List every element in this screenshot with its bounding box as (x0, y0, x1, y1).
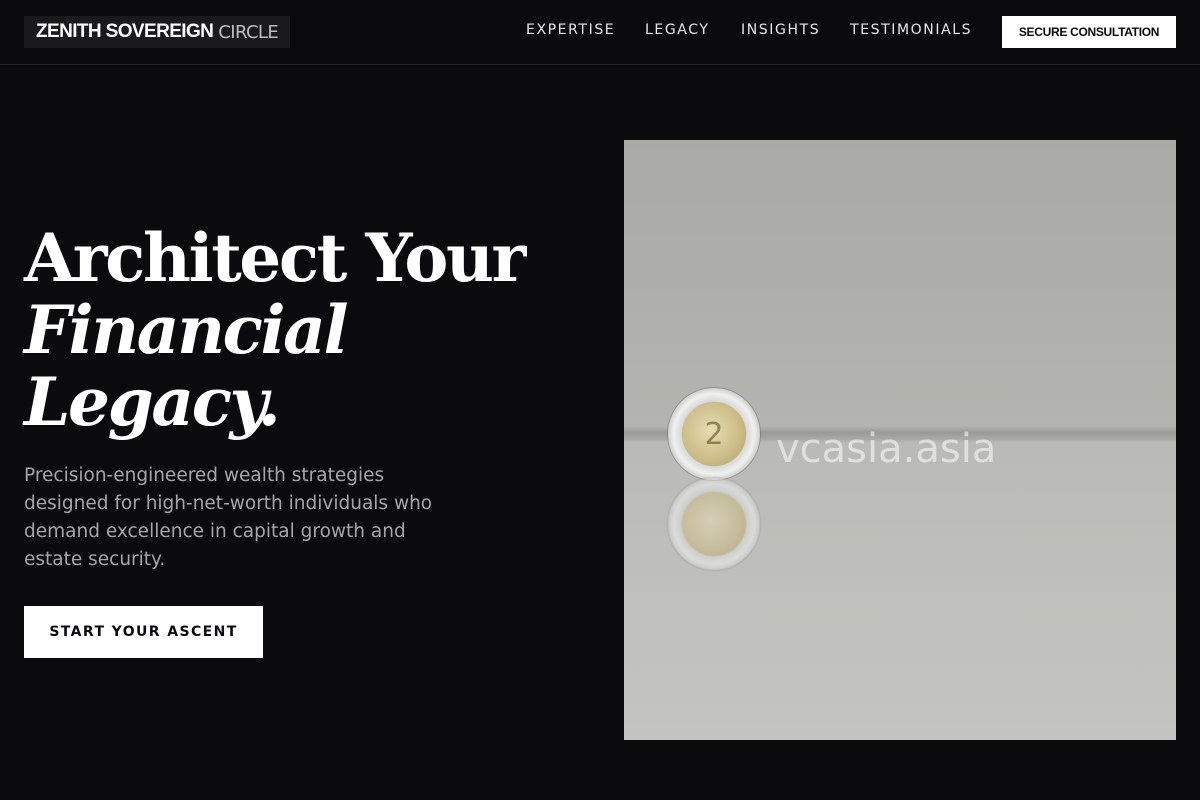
hero-image: 2 vcasia.asia (624, 140, 1176, 740)
brand-name-secondary: CIRCLE (218, 21, 279, 43)
hero-title: Architect Your Financial Legacy. (24, 222, 584, 438)
brand-name-primary: ZENITH SOVEREIGN (36, 21, 214, 42)
hero-title-line-1: Architect Your (24, 219, 526, 297)
hero-title-line-3: Legacy. (24, 363, 281, 441)
nav-link-expertise[interactable]: EXPERTISE (526, 22, 615, 42)
nav-link-insights[interactable]: INSIGHTS (741, 22, 820, 42)
start-your-ascent-button[interactable]: START YOUR ASCENT (24, 606, 263, 658)
image-watermark: vcasia.asia (776, 426, 997, 472)
coin-image: 2 (668, 388, 760, 480)
hero-subtitle: Precision-engineered wealth strategies d… (24, 465, 433, 570)
nav-link-legacy[interactable]: LEGACY (645, 22, 710, 42)
site-header: ZENITH SOVEREIGN CIRCLE EXPERTISE LEGACY… (0, 0, 1200, 65)
nav-link-testimonials[interactable]: TESTIMONIALS (850, 22, 972, 42)
hero-title-line-2: Financial (24, 291, 349, 369)
coin-reflection-face (682, 492, 746, 556)
coin-face: 2 (682, 402, 746, 466)
brand-logo[interactable]: ZENITH SOVEREIGN CIRCLE (24, 16, 291, 48)
secure-consultation-button[interactable]: SECURE CONSULTATION (1002, 16, 1176, 48)
coin-reflection (668, 478, 760, 570)
